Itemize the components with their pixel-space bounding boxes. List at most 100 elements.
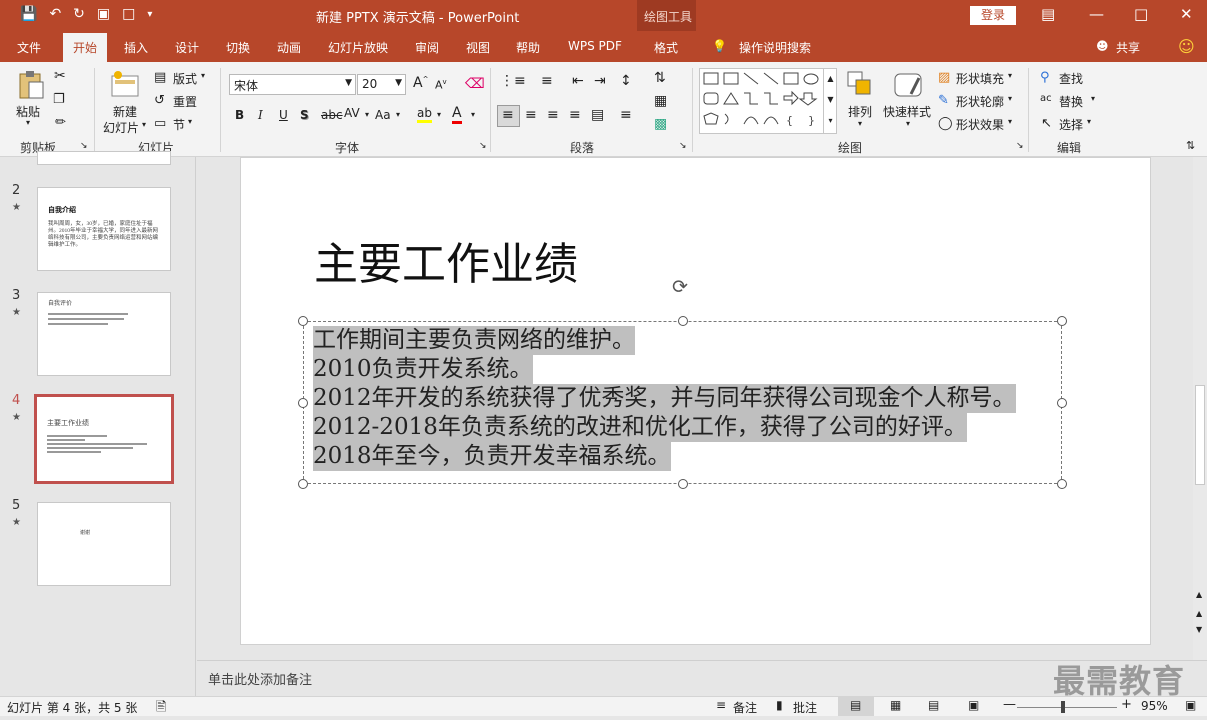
layout-icon[interactable]: ▤ [154,70,166,85]
zoom-slider[interactable] [1017,707,1117,708]
shapes-gallery[interactable]: {} [699,68,837,134]
resize-handle[interactable] [1057,479,1067,489]
shape-effects-dropdown-icon[interactable]: ▾ [1008,117,1012,126]
font-launcher-icon[interactable]: ↘ [479,141,487,151]
text-line[interactable]: 工作期间主要负责网络的维护。 [313,326,635,355]
layout-dropdown-icon[interactable]: ▾ [201,71,205,80]
resize-handle[interactable] [298,398,308,408]
resize-handle[interactable] [1057,398,1067,408]
chevron-down-icon[interactable]: ▼ [345,78,352,88]
slide-thumbnail-2[interactable]: 自我介绍 我叫周周，女，30岁，已婚，家庭住址于福州。2010年毕业于幸福大学，… [37,187,171,271]
paste-dropdown-icon[interactable]: ▾ [26,118,30,127]
collapse-ribbon-icon[interactable]: ⇅ [1186,139,1195,152]
replace-dropdown-icon[interactable]: ▾ [1091,94,1095,103]
tab-home[interactable]: 开始 [63,33,108,62]
smiley-feedback-icon[interactable]: ☺ [1178,37,1195,56]
text-line[interactable]: 2010负责开发系统。 [313,355,533,384]
justify-icon[interactable]: ≡ [569,107,581,123]
new-slide-label[interactable]: 新建 [113,103,137,120]
shape-effects-button[interactable]: 形状效果 [956,116,1004,133]
scroll-up-icon[interactable]: ▲ [1196,590,1202,599]
share-button[interactable]: 共享 [1116,39,1140,56]
new-slide-button[interactable]: 幻灯片 [103,119,139,136]
tab-help[interactable]: 帮助 [516,39,540,56]
select-icon[interactable]: ↖ [1041,116,1052,131]
new-slide-dropdown-icon[interactable]: ▾ [142,120,146,129]
drawing-launcher-icon[interactable]: ↘ [1016,141,1024,151]
shape-fill-dropdown-icon[interactable]: ▾ [1008,71,1012,80]
tab-view[interactable]: 视图 [466,39,490,56]
italic-button[interactable]: I [258,108,263,122]
resize-handle[interactable] [678,316,688,326]
content-textbox[interactable]: 工作期间主要负责网络的维护。 2010负责开发系统。 2012年开发的系统获得了… [298,316,1067,489]
slide-title[interactable]: 主要工作业绩 [314,228,578,292]
highlight-icon[interactable]: ab [417,106,432,123]
zoom-in-icon[interactable]: + [1121,697,1132,712]
save-icon[interactable]: 💾 [20,6,37,22]
zoom-level[interactable]: 95% [1141,699,1168,713]
font-color-dropdown-icon[interactable]: ▾ [471,110,475,119]
rotate-handle-icon[interactable]: ⟳ [672,276,688,298]
slideshow-icon[interactable]: ▣ [968,698,979,712]
underline-button[interactable]: U [279,108,288,122]
increase-indent-icon[interactable]: ⇥ [594,73,606,89]
strikethrough-icon[interactable]: abc [321,108,343,122]
zoom-out-icon[interactable]: — [1003,697,1016,712]
ribbon-display-icon[interactable]: ▤ [1041,5,1055,23]
close-icon[interactable]: ✕ [1180,5,1193,23]
slide-sorter-icon[interactable]: ▦ [890,698,901,712]
font-name-combo[interactable]: 宋体 ▼ [229,74,356,95]
new-slide-icon[interactable] [110,70,140,101]
text-line[interactable]: 2012-2018年负责系统的改进和优化工作，获得了公司的好评。 [313,413,967,442]
align-text-icon[interactable]: ▦ [654,93,667,109]
tab-slideshow[interactable]: 幻灯片放映 [328,39,388,56]
maximize-icon[interactable]: □ [1134,5,1148,23]
undo-icon[interactable]: ↶ [49,6,61,22]
bold-button[interactable]: B [235,108,244,122]
section-button[interactable]: 节 [173,116,185,133]
tab-review[interactable]: 审阅 [415,39,439,56]
resize-handle[interactable] [1057,316,1067,326]
slide-edit-area[interactable]: 主要工作业绩 ⟳ 工作期间主要负责网络的维护。 2010负责开发系统。 2012… [197,157,1193,660]
shape-effects-icon[interactable]: ◯ [938,116,953,131]
chevron-down-icon[interactable]: ▼ [395,78,402,88]
quick-styles-icon[interactable] [893,70,925,103]
shape-outline-icon[interactable]: ✎ [938,93,949,108]
decrease-font-icon[interactable]: Av [435,78,447,92]
section-dropdown-icon[interactable]: ▾ [188,117,192,126]
slide-thumbnail-panel[interactable]: 2 ★ 自我介绍 我叫周周，女，30岁，已婚，家庭住址于福州。2010年毕业于幸… [0,151,196,696]
text-line[interactable]: 2018年至今，负责开发幸福系统。 [313,442,671,471]
spell-check-icon[interactable]: 🖹 [156,698,166,720]
shapes-scroll[interactable]: ▲ ▼ ▾ [823,68,837,134]
arrange-button[interactable]: 排列 [848,103,872,120]
quick-styles-button[interactable]: 快速样式 [883,103,931,120]
slide-thumbnail-5[interactable]: 谢谢 [37,502,171,586]
current-slide[interactable]: 主要工作业绩 ⟳ 工作期间主要负责网络的维护。 2010负责开发系统。 2012… [240,157,1151,645]
decrease-indent-icon[interactable]: ⇤ [572,73,584,89]
layout-button[interactable]: 版式 [173,70,197,87]
change-case-button[interactable]: Aa [375,108,391,122]
tell-me-search[interactable]: 操作说明搜索 [739,39,811,56]
scroll-thumb[interactable] [1195,385,1205,485]
fit-slide-icon[interactable]: ▣ [1185,698,1196,712]
tab-transitions[interactable]: 切换 [226,39,250,56]
present-icon[interactable]: ▣ [97,6,110,22]
tab-insert[interactable]: 插入 [124,39,148,56]
copy-icon[interactable]: ❐ [53,92,65,107]
comments-icon[interactable]: ▮ [776,698,783,712]
reading-view-icon[interactable]: ▤ [928,698,939,712]
notes-button[interactable]: 备注 [733,699,757,716]
change-case-dropdown-icon[interactable]: ▾ [396,110,400,119]
notes-placeholder[interactable]: 单击此处添加备注 [208,669,312,688]
resize-handle[interactable] [298,479,308,489]
notes-pane[interactable]: 单击此处添加备注 最需教育 [197,660,1207,700]
tab-design[interactable]: 设计 [175,39,199,56]
section-icon[interactable]: ▭ [154,116,166,131]
slide-thumbnail-3[interactable]: 自我评价 [37,292,171,376]
new-file-icon[interactable]: □ [122,6,135,22]
shape-outline-button[interactable]: 形状轮廓 [956,93,1004,110]
find-button[interactable]: 查找 [1059,70,1083,87]
distributed-icon[interactable]: ▤ [591,107,604,123]
char-spacing-icon[interactable]: AV [344,106,360,120]
shape-fill-button[interactable]: 形状填充 [956,70,1004,87]
